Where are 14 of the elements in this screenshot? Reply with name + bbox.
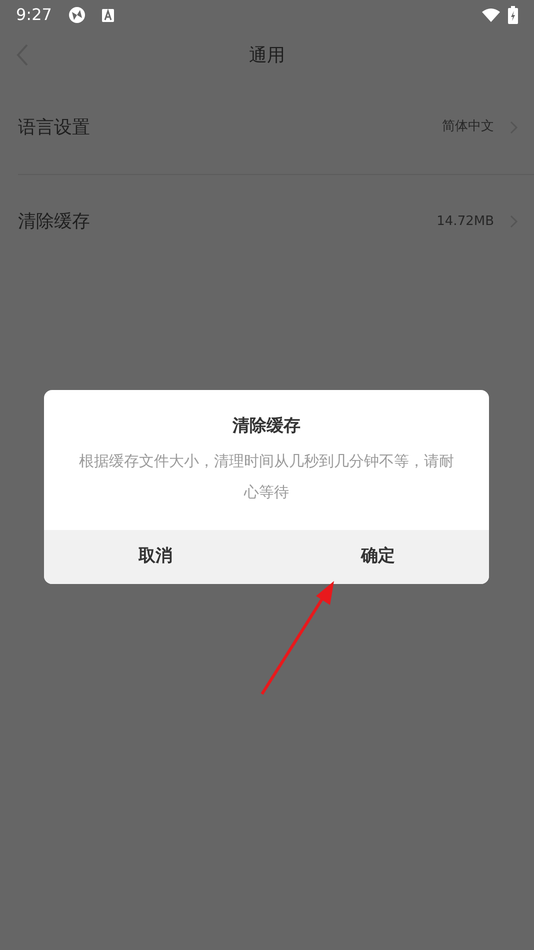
app-icon	[68, 6, 86, 24]
setting-value: 简体中文	[442, 118, 494, 136]
status-time: 9:27	[16, 4, 52, 26]
battery-icon	[508, 6, 518, 24]
confirm-button[interactable]: 确定	[266, 530, 489, 584]
setting-label: 清除缓存	[18, 210, 90, 234]
setting-value: 14.72MB	[436, 212, 494, 231]
page-title: 通用	[249, 44, 285, 68]
dialog-title: 清除缓存	[232, 415, 302, 438]
notification-icon	[102, 8, 114, 22]
setting-label: 语言设置	[18, 116, 90, 140]
wifi-icon	[482, 8, 500, 22]
cancel-button[interactable]: 取消	[44, 530, 266, 584]
dialog-message: 根据缓存文件大小，清理时间从几秒到几分钟不等，请耐心等待	[78, 450, 455, 502]
